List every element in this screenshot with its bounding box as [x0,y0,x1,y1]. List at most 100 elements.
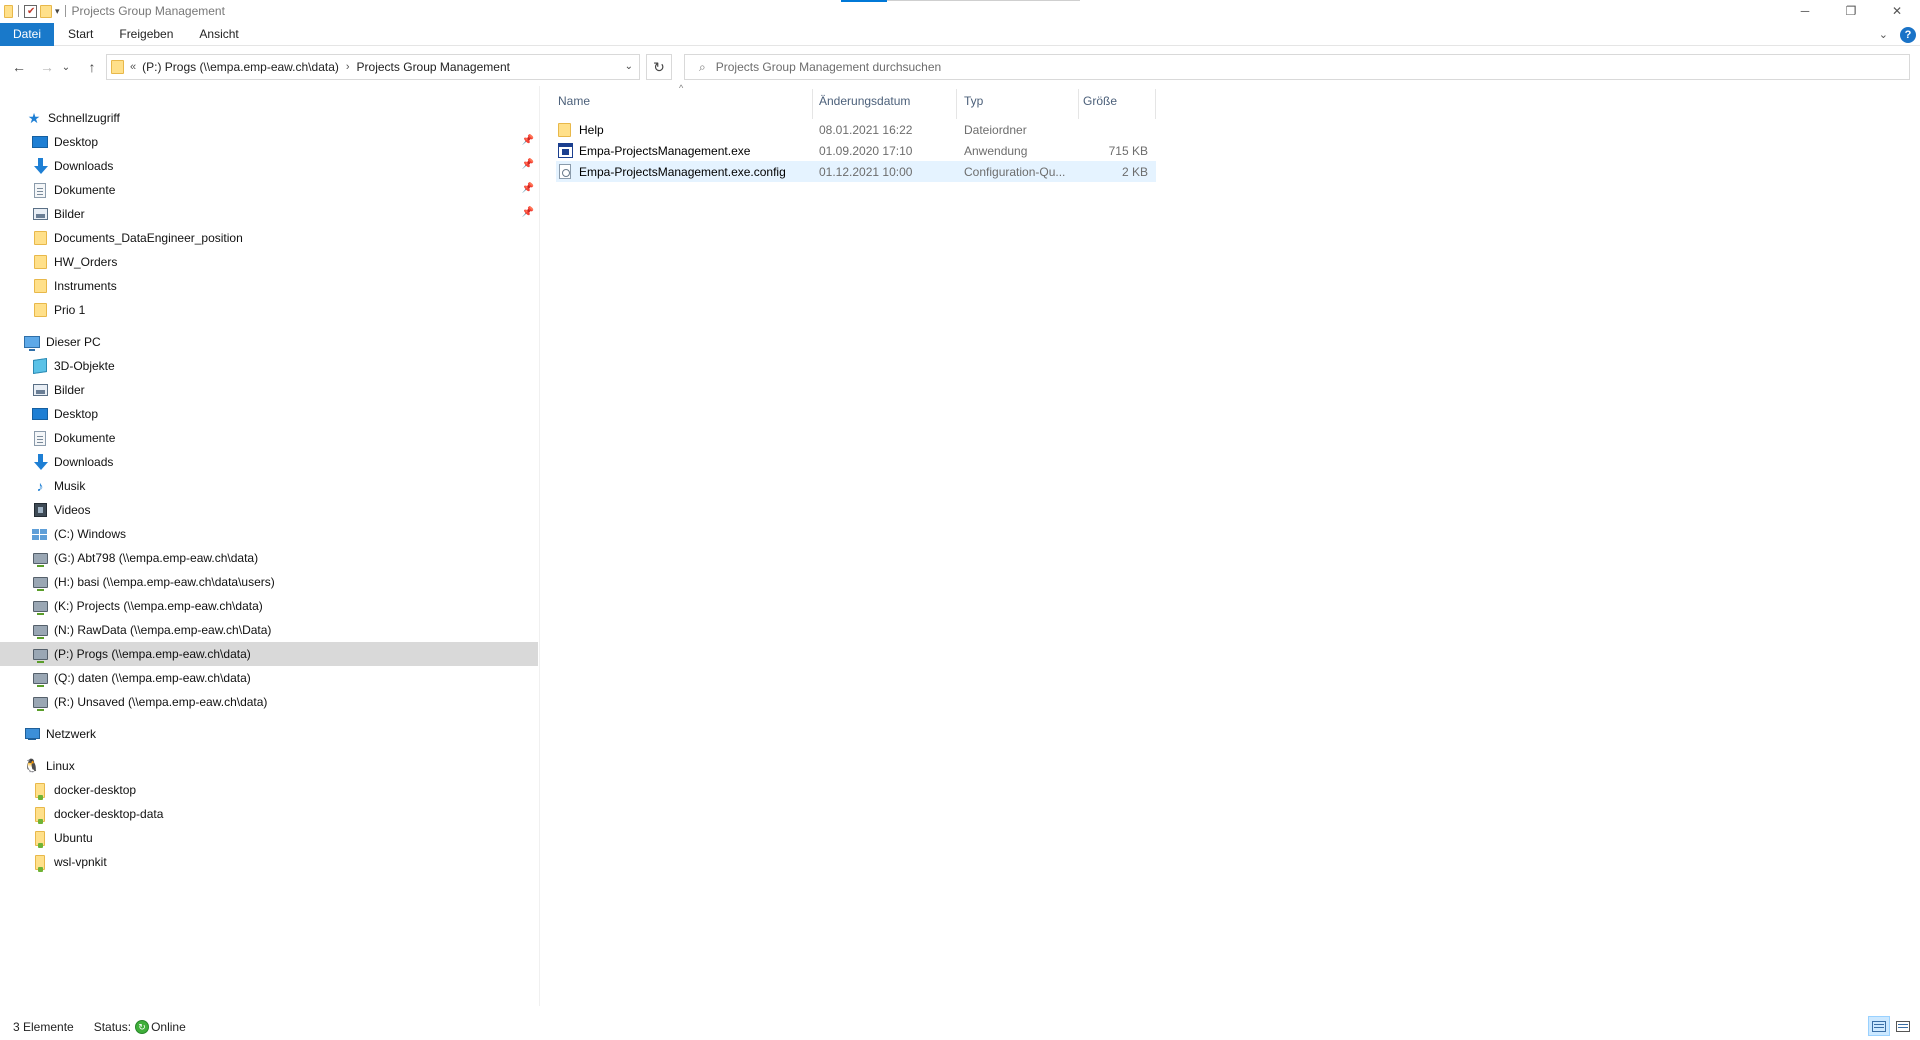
sidebar-item-dokumente[interactable]: Dokumente 📌 [0,178,538,202]
customize-toolbar-icon[interactable]: ▾ [55,6,60,17]
sidebar-item-drive-p[interactable]: (P:) Progs (\\empa.emp-eaw.ch\data) [0,642,538,666]
column-divider[interactable] [1078,89,1079,119]
sidebar-item-wsl-vpnkit[interactable]: wsl-vpnkit [0,850,538,874]
address-overflow[interactable]: « [130,61,136,73]
item-count: 3 Elemente [13,1020,74,1034]
window-controls: ─ ❐ ✕ [1782,0,1920,22]
network-drive-icon [32,694,48,711]
sidebar-item-downloads[interactable]: Downloads 📌 [0,154,538,178]
sidebar-item-pc-dokumente[interactable]: Dokumente [0,426,538,450]
sidebar-this-pc[interactable]: Dieser PC [0,330,538,354]
pin-icon[interactable]: 📌 [522,207,534,218]
tab-freigeben[interactable]: Freigeben [107,23,185,46]
sidebar-linux[interactable]: 🐧 Linux [0,754,538,778]
back-button[interactable]: ← [7,55,31,79]
forward-button[interactable]: → [35,55,59,79]
3d-objects-icon [32,358,48,374]
search-box[interactable]: ⌕ Projects Group Management durchsuchen [684,54,1910,80]
sidebar-item-documents-dataengineer[interactable]: Documents_DataEngineer_position [0,226,538,250]
column-divider[interactable] [812,89,813,119]
search-placeholder: Projects Group Management durchsuchen [715,60,942,74]
windows-drive-icon [32,526,48,542]
documents-icon [32,182,48,198]
large-icons-view-button[interactable] [1892,1016,1914,1036]
new-folder-icon[interactable] [40,4,52,18]
expand-ribbon-icon[interactable]: ⌄ [1879,28,1888,41]
column-divider[interactable] [956,89,957,119]
file-row[interactable]: Help 08.01.2021 16:22 Dateiordner [556,119,1156,140]
sidebar-item-label: Prio 1 [54,303,86,317]
address-dropdown-icon[interactable]: ⌄ [625,61,633,72]
sidebar-item-desktop[interactable]: Desktop 📌 [0,130,538,154]
sidebar-item-pc-desktop[interactable]: Desktop [0,402,538,426]
sidebar-item-drive-k[interactable]: (K:) Projects (\\empa.emp-eaw.ch\data) [0,594,538,618]
properties-icon[interactable]: ✔ [24,4,37,18]
close-button[interactable]: ✕ [1874,0,1920,22]
sidebar-item-instruments[interactable]: Instruments [0,274,538,298]
sidebar-item-drive-h[interactable]: (H:) basi (\\empa.emp-eaw.ch\data\users) [0,570,538,594]
pin-icon[interactable]: 📌 [522,183,534,194]
column-divider[interactable] [1155,89,1156,119]
sidebar-item-drive-r[interactable]: (R:) Unsaved (\\empa.emp-eaw.ch\data) [0,690,538,714]
column-header-date[interactable]: Änderungsdatum [819,86,959,116]
sidebar-item-label: 3D-Objekte [54,359,115,373]
sidebar-item-drive-c[interactable]: (C:) Windows [0,522,538,546]
navigation-pane: ★ Schnellzugriff Desktop 📌 Downloads 📌 D… [0,90,538,1000]
sidebar-item-label: Documents_DataEngineer_position [54,231,243,245]
folder-icon [111,60,124,74]
network-drive-icon [32,550,48,567]
ribbon-right: ⌄ ? [1879,23,1916,46]
column-header-name[interactable]: Name [558,86,808,116]
sidebar-item-hw-orders[interactable]: HW_Orders [0,250,538,274]
sidebar-item-drive-q[interactable]: (Q:) daten (\\empa.emp-eaw.ch\data) [0,666,538,690]
network-drive-icon [32,598,48,615]
file-size: 715 KB [1108,143,1148,158]
sidebar-item-label: Instruments [54,279,117,293]
sidebar-quick-access[interactable]: ★ Schnellzugriff [0,106,538,130]
address-bar[interactable]: « (P:) Progs (\\empa.emp-eaw.ch\data) › … [106,54,640,80]
minimize-button[interactable]: ─ [1782,0,1828,22]
computer-icon [24,334,40,351]
status-bar: 3 Elemente Status: ↻ Online [0,1016,1920,1038]
sidebar-item-pc-downloads[interactable]: Downloads [0,450,538,474]
column-header-type[interactable]: Typ [964,86,1074,116]
breadcrumb-current[interactable]: Projects Group Management [357,60,510,74]
sidebar-item-ubuntu[interactable]: Ubuntu [0,826,538,850]
recent-locations-button[interactable]: ⌄ [60,55,72,79]
refresh-button[interactable]: ↻ [646,54,672,80]
pictures-icon [32,382,48,398]
pin-icon[interactable]: 📌 [522,159,534,170]
ribbon-tabs: Datei Start Freigeben Ansicht ⌄ ? [0,22,1920,46]
details-view-button[interactable] [1868,1016,1890,1036]
separator [64,5,66,17]
sidebar-item-drive-g[interactable]: (G:) Abt798 (\\empa.emp-eaw.ch\data) [0,546,538,570]
tab-ansicht[interactable]: Ansicht [187,23,250,46]
breadcrumb-drive[interactable]: (P:) Progs (\\empa.emp-eaw.ch\data) [142,60,339,74]
sidebar-item-label: Bilder [54,207,85,221]
pin-icon[interactable]: 📌 [522,135,534,146]
maximize-button[interactable]: ❐ [1828,0,1874,22]
sidebar-item-label: HW_Orders [54,255,118,269]
sidebar-item-prio-1[interactable]: Prio 1 [0,298,538,322]
up-button[interactable]: ↑ [80,55,104,79]
sidebar-item-docker-desktop[interactable]: docker-desktop [0,778,538,802]
sidebar-item-pc-bilder[interactable]: Bilder [0,378,538,402]
window-title: Projects Group Management [71,4,225,18]
pane-divider[interactable] [539,86,540,1006]
sidebar-item-drive-n[interactable]: (N:) RawData (\\empa.emp-eaw.ch\Data) [0,618,538,642]
sidebar-item-musik[interactable]: ♪ Musik [0,474,538,498]
sidebar-item-3d-objekte[interactable]: 3D-Objekte [0,354,538,378]
tab-start[interactable]: Start [56,23,105,46]
sidebar-item-bilder[interactable]: Bilder 📌 [0,202,538,226]
folder-icon [32,302,48,318]
help-icon[interactable]: ? [1900,26,1916,43]
column-header-size[interactable]: Größe [1083,86,1153,116]
breadcrumb-separator[interactable]: › [346,61,350,73]
sidebar-item-docker-desktop-data[interactable]: docker-desktop-data [0,802,538,826]
sidebar-item-label: (G:) Abt798 (\\empa.emp-eaw.ch\data) [54,551,259,565]
sidebar-network[interactable]: Netzwerk [0,722,538,746]
sidebar-item-videos[interactable]: Videos [0,498,538,522]
file-row[interactable]: Empa-ProjectsManagement.exe.config 01.12… [556,161,1156,182]
tab-datei[interactable]: Datei [0,22,55,46]
file-row[interactable]: Empa-ProjectsManagement.exe 01.09.2020 1… [556,140,1156,161]
